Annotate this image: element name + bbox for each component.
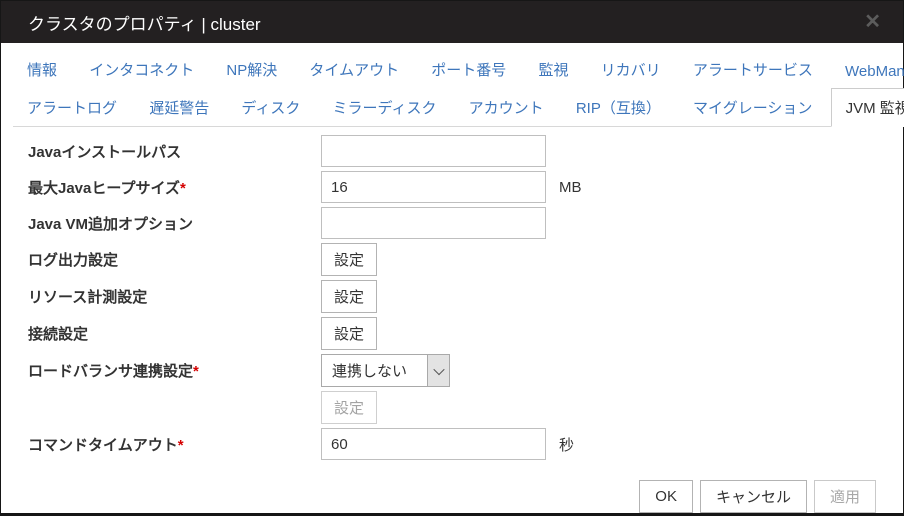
tab-alert-log[interactable]: アラートログ: [13, 89, 131, 126]
row-load-balancer-linkage-settings: 設定: [28, 391, 876, 424]
resource-measurement-settings-button[interactable]: 設定: [321, 280, 377, 313]
tab-alert-service[interactable]: アラートサービス: [679, 51, 827, 88]
resource-measurement-settings-label: リソース計測設定: [28, 289, 148, 306]
max-java-heap-size-label: 最大Javaヒープサイズ*: [28, 179, 186, 197]
command-timeout-label: コマンドタイムアウト*: [28, 436, 184, 454]
dialog-footer: OK キャンセル 適用: [1, 464, 903, 513]
row-connection-settings: 接続設定 設定: [28, 317, 876, 350]
java-install-path-input[interactable]: [321, 135, 546, 167]
tab-row-2: アラートログ 遅延警告 ディスク ミラーディスク アカウント RIP（互換） マ…: [13, 88, 904, 127]
tab-timeout[interactable]: タイムアウト: [295, 51, 413, 88]
tab-np-resolution[interactable]: NP解決: [212, 51, 291, 88]
apply-button: 適用: [813, 480, 876, 513]
load-balancer-linkage-selected-option: 連携しない: [332, 363, 408, 380]
max-java-heap-size-unit: MB: [559, 178, 582, 196]
tab-monitor[interactable]: 監視: [524, 51, 582, 88]
dialog-title: クラスタのプロパティ | cluster: [28, 14, 261, 34]
load-balancer-linkage-label: ロードバランサ連携設定*: [28, 363, 199, 380]
close-icon[interactable]: ✕: [860, 10, 885, 34]
row-resource-measurement-settings: リソース計測設定 設定: [28, 280, 876, 313]
tab-info[interactable]: 情報: [13, 51, 71, 88]
tab-account[interactable]: アカウント: [455, 89, 558, 126]
tab-disk[interactable]: ディスク: [227, 89, 314, 126]
required-asterisk: *: [193, 363, 199, 380]
tab-migration[interactable]: マイグレーション: [679, 89, 826, 126]
tab-jvm-monitor[interactable]: JVM 監視: [830, 88, 904, 127]
jvm-monitor-form: Javaインストールパス 最大Javaヒープサイズ* MB Java VM追加オ…: [1, 127, 903, 464]
cluster-properties-dialog: クラスタのプロパティ | cluster ✕ 情報 インタコネクト NP解決 タ…: [0, 0, 904, 516]
row-max-java-heap-size: 最大Javaヒープサイズ* MB: [28, 171, 876, 203]
java-vm-additional-options-label: Java VM追加オプション: [28, 215, 194, 233]
tab-row-1: 情報 インタコネクト NP解決 タイムアウト ポート番号 監視 リカバリ アラー…: [13, 51, 904, 88]
required-asterisk: *: [180, 179, 186, 197]
tab-delay-warning[interactable]: 遅延警告: [135, 89, 223, 126]
connection-settings-label: 接続設定: [28, 326, 89, 343]
command-timeout-input[interactable]: [321, 428, 546, 460]
tab-interconnect[interactable]: インタコネクト: [75, 51, 208, 88]
java-vm-additional-options-input[interactable]: [321, 207, 546, 239]
java-install-path-label: Javaインストールパス: [28, 143, 182, 161]
cancel-button[interactable]: キャンセル: [699, 480, 807, 513]
connection-settings-button[interactable]: 設定: [321, 317, 377, 350]
chevron-down-icon: [427, 355, 449, 386]
tab-webmanager[interactable]: WebManager: [831, 55, 904, 88]
log-output-settings-label: ログ出力設定: [28, 252, 119, 269]
row-command-timeout: コマンドタイムアウト* 秒: [28, 428, 876, 460]
log-output-settings-button[interactable]: 設定: [321, 243, 377, 276]
tab-bar: 情報 インタコネクト NP解決 タイムアウト ポート番号 監視 リカバリ アラー…: [1, 43, 904, 127]
command-timeout-unit: 秒: [559, 436, 575, 454]
row-log-output-settings: ログ出力設定 設定: [28, 243, 876, 276]
ok-button[interactable]: OK: [639, 480, 693, 513]
load-balancer-linkage-select[interactable]: 連携しない: [321, 354, 450, 387]
tab-rip-compat[interactable]: RIP（互換）: [562, 89, 675, 126]
row-java-vm-additional-options: Java VM追加オプション: [28, 207, 876, 239]
tab-port-number[interactable]: ポート番号: [417, 51, 520, 88]
row-load-balancer-linkage: ロードバランサ連携設定* 連携しない: [28, 354, 876, 387]
dialog-titlebar: クラスタのプロパティ | cluster ✕: [1, 1, 903, 43]
row-java-install-path: Javaインストールパス: [28, 135, 876, 167]
required-asterisk: *: [177, 436, 184, 454]
load-balancer-linkage-settings-button: 設定: [321, 391, 377, 424]
tab-recovery[interactable]: リカバリ: [587, 51, 675, 88]
max-java-heap-size-input[interactable]: [321, 171, 546, 203]
tab-mirror-disk[interactable]: ミラーディスク: [319, 89, 451, 126]
